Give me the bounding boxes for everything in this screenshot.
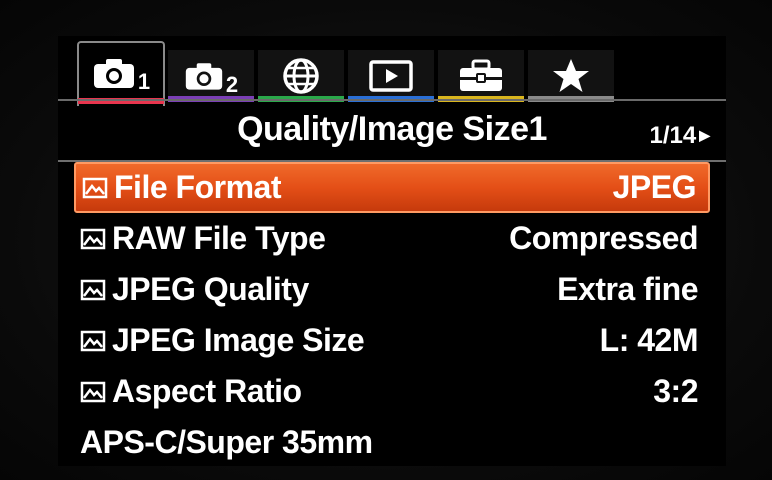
menu-item-aspect-ratio[interactable]: Aspect Ratio 3:2 bbox=[74, 366, 710, 417]
page-number: 1/14 bbox=[649, 122, 697, 149]
tab-my-menu[interactable] bbox=[528, 50, 614, 102]
menu-tab-bar: 1 2 bbox=[77, 41, 618, 106]
menu-item-value: JPEG bbox=[612, 169, 697, 205]
menu-item-file-format[interactable]: File Format JPEG bbox=[74, 162, 710, 213]
tab-network[interactable] bbox=[258, 50, 344, 102]
tab-playback[interactable] bbox=[348, 50, 434, 102]
still-image-icon bbox=[80, 379, 108, 405]
menu-list: File Format JPEG RAW File Type Compresse… bbox=[74, 162, 710, 468]
menu-item-label: File Format bbox=[114, 169, 281, 205]
playback-icon bbox=[369, 60, 413, 92]
still-image-icon bbox=[80, 226, 108, 252]
menu-item-value: Extra fine bbox=[557, 271, 698, 307]
globe-icon bbox=[283, 58, 319, 94]
menu-item-label: JPEG Quality bbox=[112, 271, 309, 307]
menu-item-aps-c-super-35mm[interactable]: APS-C/Super 35mm bbox=[74, 417, 710, 468]
tab-bar-divider bbox=[58, 99, 726, 101]
menu-item-jpeg-image-size[interactable]: JPEG Image Size L: 42M bbox=[74, 315, 710, 366]
star-icon bbox=[553, 59, 589, 92]
menu-item-jpeg-quality[interactable]: JPEG Quality Extra fine bbox=[74, 264, 710, 315]
camera-icon bbox=[93, 59, 134, 88]
page-title: Quality/Image Size1 bbox=[237, 110, 547, 148]
menu-item-label: APS-C/Super 35mm bbox=[80, 424, 373, 460]
menu-item-label: RAW File Type bbox=[112, 220, 326, 256]
next-page-arrow-icon[interactable]: ▶ bbox=[699, 127, 710, 143]
tab-camera-settings-2[interactable]: 2 bbox=[168, 50, 254, 102]
still-image-icon bbox=[80, 328, 108, 354]
menu-item-label: Aspect Ratio bbox=[112, 373, 302, 409]
still-image-icon bbox=[80, 277, 108, 303]
toolbox-icon bbox=[460, 59, 502, 91]
tab-setup[interactable] bbox=[438, 50, 524, 102]
page-indicator[interactable]: 1/14 ▶ bbox=[650, 122, 711, 150]
tab-subscript: 1 bbox=[137, 69, 151, 94]
menu-item-value: L: 42M bbox=[599, 322, 699, 358]
camera-menu-screen: 1 2 Quality/Image Size1 1/14 ▶ File Form… bbox=[58, 36, 726, 466]
tab-camera-settings-1[interactable]: 1 bbox=[77, 41, 165, 106]
still-image-icon bbox=[82, 175, 110, 201]
menu-item-raw-file-type[interactable]: RAW File Type Compressed bbox=[74, 213, 710, 264]
menu-header: Quality/Image Size1 1/14 ▶ bbox=[58, 104, 726, 160]
tab-subscript: 2 bbox=[225, 72, 239, 97]
menu-item-value: 3:2 bbox=[653, 373, 698, 409]
menu-item-value: Compressed bbox=[509, 220, 698, 256]
menu-item-label: JPEG Image Size bbox=[112, 322, 365, 358]
camera-icon bbox=[185, 63, 223, 90]
